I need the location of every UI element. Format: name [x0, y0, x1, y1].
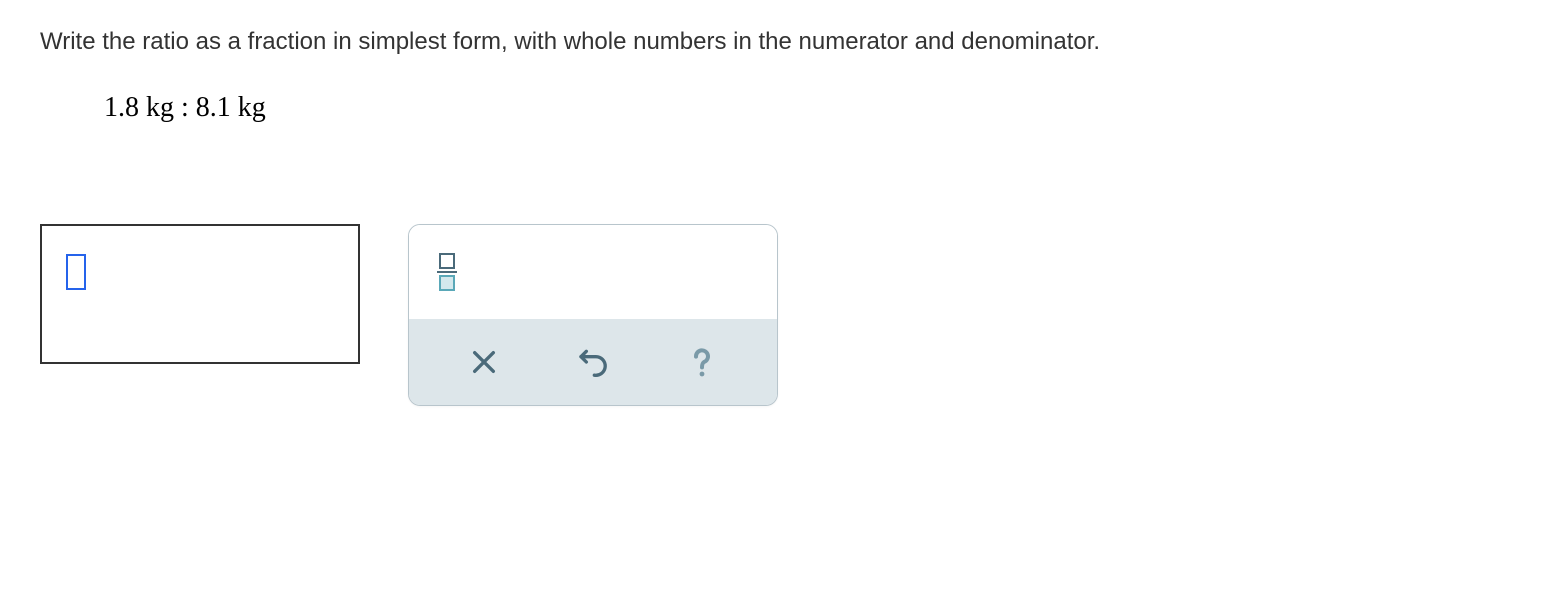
fraction-icon — [437, 253, 457, 291]
help-button[interactable] — [654, 335, 750, 389]
close-icon — [468, 346, 500, 378]
math-toolbar — [408, 224, 778, 406]
clear-button[interactable] — [436, 335, 532, 389]
fraction-button[interactable] — [437, 245, 457, 299]
answer-cursor-box[interactable] — [66, 254, 86, 290]
question-mark-icon — [686, 346, 718, 378]
undo-icon — [577, 346, 609, 378]
toolbar-bottom-row — [409, 319, 777, 405]
input-row — [40, 224, 1502, 406]
question-prompt: Write the ratio as a fraction in simples… — [40, 28, 1502, 56]
question-expression: 1.8 kg : 8.1 kg — [104, 92, 1502, 124]
undo-button[interactable] — [545, 335, 641, 389]
toolbar-top-row — [409, 225, 777, 319]
answer-input-area[interactable] — [40, 224, 360, 364]
